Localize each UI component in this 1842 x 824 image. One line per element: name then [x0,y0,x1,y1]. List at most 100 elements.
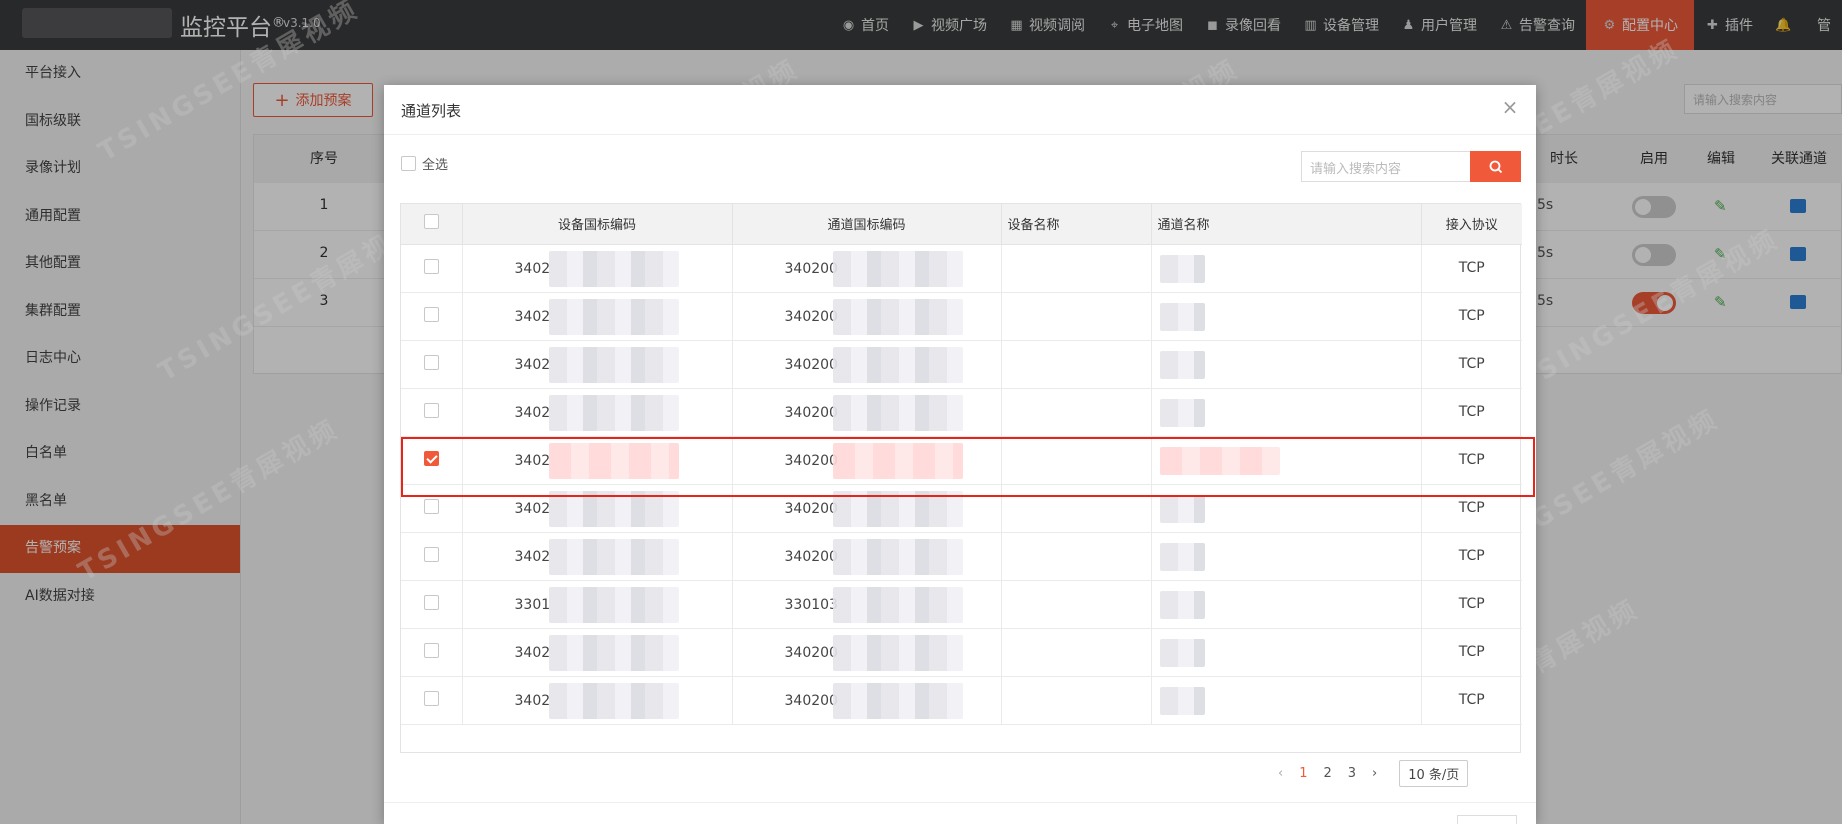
device-name-cell [1001,628,1152,677]
redacted-block [1159,590,1205,619]
row-checkbox-cell[interactable] [401,292,463,341]
checkbox-icon [423,498,439,514]
device-code-cell: 3402 [462,244,733,293]
channel-code-cell: 340200 [732,484,1002,533]
channel-code: 330103 [784,596,838,613]
device-code: 3301 [514,596,551,613]
device-name-cell [1001,580,1152,629]
protocol-cell: TCP [1421,292,1522,341]
redacted-block [1159,686,1205,715]
redacted-block [548,586,679,623]
row-checkbox-cell[interactable] [401,580,463,629]
redacted-block [548,442,679,479]
device-code: 3402 [514,500,551,517]
redacted-block [548,394,679,431]
prev-page-icon[interactable]: ‹ [1278,766,1283,781]
protocol-cell: TCP [1421,340,1522,389]
redacted-block [548,346,679,383]
row-checkbox-cell[interactable] [401,676,463,725]
footer-button[interactable] [1457,815,1517,824]
redacted-block [548,250,679,287]
table-row[interactable]: 3402 340200 TCP [401,532,1522,581]
row-checkbox-cell[interactable] [401,436,463,485]
row-checkbox-cell[interactable] [401,484,463,533]
table-row[interactable]: 3402 340200 TCP [401,676,1522,725]
checkbox-icon [423,354,439,370]
page-size-select[interactable]: 10 条/页 [1399,760,1469,787]
col-device-code: 设备国标编码 [462,204,733,245]
device-code: 3402 [514,452,551,469]
row-checkbox-cell[interactable] [401,628,463,677]
channel-name-cell [1151,628,1422,677]
table-row[interactable]: 3402 340200 TCP [401,484,1522,533]
device-code-cell: 3402 [462,388,733,437]
row-checkbox-cell[interactable] [401,244,463,293]
checkbox-icon [423,594,439,610]
channel-code-cell: 340200 [732,628,1002,677]
device-name-cell [1001,484,1152,533]
redacted-block [1159,398,1205,427]
checkbox-icon [423,306,439,322]
channel-name-cell [1151,484,1422,533]
device-code-cell: 3402 [462,676,733,725]
device-code: 3402 [514,356,551,373]
channel-code: 340200 [784,308,838,325]
redacted-block [1159,446,1280,475]
channel-code-cell: 340200 [732,436,1002,485]
protocol-cell: TCP [1421,244,1522,293]
table-row[interactable]: 3301 330103 TCP [401,580,1522,629]
table-row[interactable]: 3402 340200 TCP [401,244,1522,293]
table-row[interactable]: 3402 340200 TCP [401,628,1522,677]
redacted-block [1159,302,1205,331]
search-button[interactable] [1470,151,1521,182]
device-code: 3402 [514,260,551,277]
checkbox-icon [423,690,439,706]
select-all-label: 全选 [422,158,449,173]
redacted-block [832,586,963,623]
protocol-cell: TCP [1421,580,1522,629]
channel-code-cell: 340200 [732,340,1002,389]
redacted-block [832,394,963,431]
channel-code: 340200 [784,404,838,421]
channel-code-cell: 340200 [732,244,1002,293]
device-code-cell: 3402 [462,628,733,677]
row-checkbox-cell[interactable] [401,340,463,389]
channel-code: 340200 [784,644,838,661]
table-row[interactable]: 3402 340200 TCP [401,340,1522,389]
channel-name-cell [1151,244,1422,293]
channel-code: 340200 [784,692,838,709]
next-page-icon[interactable]: › [1372,766,1377,781]
redacted-block [832,634,963,671]
channel-list-modal: 通道列表 × 全选 请输入搜索内容 设备国标编码 通道国标编码 设备名称 通道名… [384,85,1536,824]
row-checkbox-cell[interactable] [401,532,463,581]
channel-search-input[interactable]: 请输入搜索内容 [1301,151,1471,182]
channel-code-cell: 340200 [732,292,1002,341]
device-name-cell [1001,676,1152,725]
device-code-cell: 3402 [462,292,733,341]
page-2[interactable]: 2 [1323,766,1331,781]
select-all-checkbox[interactable]: 全选 [401,154,448,173]
channel-name-cell [1151,436,1422,485]
page-1[interactable]: 1 [1299,766,1307,781]
table-row[interactable]: 3402 340200 TCP [401,388,1522,437]
header-checkbox-cell[interactable] [401,204,463,245]
checkbox-icon [423,642,439,658]
channel-code: 340200 [784,500,838,517]
protocol-cell: TCP [1421,388,1522,437]
page-3[interactable]: 3 [1348,766,1356,781]
close-icon[interactable]: × [1500,97,1520,117]
row-checkbox-cell[interactable] [401,388,463,437]
checkbox-icon [423,546,439,562]
table-row[interactable]: 3402 340200 TCP [401,436,1522,485]
redacted-block [1159,494,1205,523]
protocol-cell: TCP [1421,676,1522,725]
table-row[interactable]: 3402 340200 TCP [401,292,1522,341]
channel-code-cell: 340200 [732,676,1002,725]
checkbox-icon [423,402,439,418]
col-device-name: 设备名称 [1001,204,1152,245]
device-code: 3402 [514,404,551,421]
channel-name-cell [1151,340,1422,389]
channel-code: 340200 [784,452,838,469]
modal-header: 通道列表 × [384,85,1536,135]
device-code: 3402 [514,308,551,325]
